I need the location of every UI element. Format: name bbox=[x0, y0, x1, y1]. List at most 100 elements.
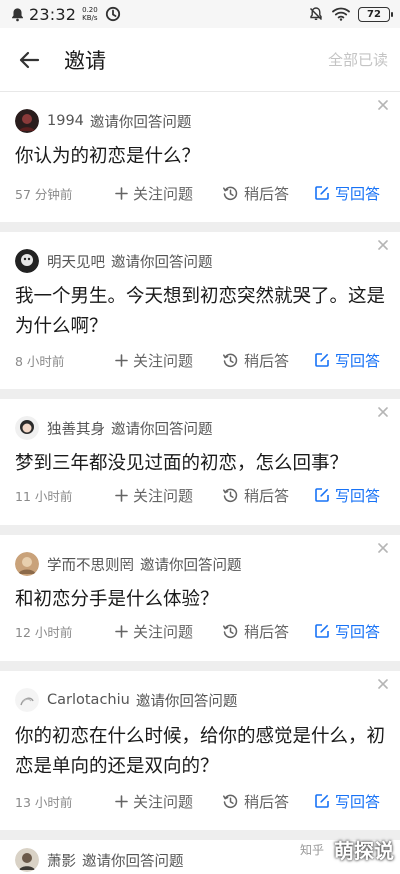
mute-bell-icon bbox=[309, 7, 323, 21]
follow-label: 关注问题 bbox=[133, 792, 194, 811]
meta-row: 12 小时前 关注问题 稍后答 写回答 bbox=[15, 619, 386, 643]
avatar[interactable] bbox=[15, 249, 39, 273]
answer-later-label: 稍后答 bbox=[244, 184, 290, 203]
inviter-row: 独善其身 邀请你回答问题 bbox=[15, 416, 213, 440]
avatar[interactable] bbox=[15, 552, 39, 576]
close-icon[interactable] bbox=[376, 98, 390, 112]
timestamp: 13 小时前 bbox=[15, 794, 73, 810]
avatar[interactable] bbox=[15, 688, 39, 712]
network-speed-value: 0.20 bbox=[82, 6, 98, 14]
status-right: 72 bbox=[308, 6, 393, 22]
avatar[interactable] bbox=[15, 109, 39, 133]
clock-history-icon bbox=[223, 186, 238, 200]
question-title[interactable]: 我一个男生。今天想到初恋突然就哭了。这是为什么啊？ bbox=[15, 282, 386, 342]
write-answer-button[interactable]: 写回答 bbox=[314, 485, 380, 506]
inviter-name[interactable]: 独善其身 bbox=[47, 418, 105, 439]
wifi-icon bbox=[332, 7, 350, 21]
invite-text: 邀请你回答问题 bbox=[111, 421, 213, 438]
timestamp: 12 小时前 bbox=[15, 624, 73, 640]
inviter-row: 明天见吧 邀请你回答问题 bbox=[15, 249, 213, 273]
watermark-site: 萌探说 bbox=[334, 839, 394, 863]
inviter-name[interactable]: 明天见吧 bbox=[47, 251, 105, 272]
follow-question-button[interactable]: 关注问题 bbox=[115, 621, 193, 642]
notification-bell-icon bbox=[12, 7, 23, 21]
write-answer-button[interactable]: 写回答 bbox=[314, 621, 380, 642]
arrow-left-icon[interactable] bbox=[18, 49, 40, 71]
clock-history-icon bbox=[223, 794, 238, 808]
meta-row: 57 分钟前 关注问题 稍后答 写回答 bbox=[15, 181, 386, 205]
follow-label: 关注问题 bbox=[133, 184, 194, 203]
clock-history-icon bbox=[223, 488, 238, 502]
invite-text: 邀请你回答问题 bbox=[140, 557, 242, 574]
answer-later-button[interactable]: 稍后答 bbox=[222, 621, 289, 642]
follow-label: 关注问题 bbox=[133, 486, 194, 505]
close-icon[interactable] bbox=[376, 405, 390, 419]
status-bar: 23:32 0.20 KB/s 72 bbox=[0, 0, 400, 28]
meta-row: 11 小时前 关注问题 稍后答 写回答 bbox=[15, 483, 386, 507]
invitation-card[interactable]: 1994 邀请你回答问题 你认为的初恋是什么？ 57 分钟前 关注问题 稍后答 bbox=[0, 92, 400, 222]
meta-row: 13 小时前 关注问题 稍后答 写回答 bbox=[15, 789, 386, 813]
network-speed: 0.20 KB/s bbox=[82, 6, 98, 22]
answer-later-button[interactable]: 稍后答 bbox=[222, 485, 289, 506]
invite-text: 邀请你回答问题 bbox=[135, 693, 238, 710]
invite-text: 邀请你回答问题 bbox=[111, 254, 213, 271]
screen: 23:32 0.20 KB/s 72 邀请 全部已读 1994 邀请你回答问题 … bbox=[0, 0, 400, 874]
battery-indicator: 72 bbox=[358, 6, 393, 22]
write-answer-label: 写回答 bbox=[335, 622, 381, 641]
status-left: 23:32 0.20 KB/s bbox=[10, 5, 121, 24]
follow-question-button[interactable]: 关注问题 bbox=[115, 183, 193, 204]
invitation-card[interactable]: 学而不思则罔 邀请你回答问题 和初恋分手是什么体验？ 12 小时前 关注问题 稍… bbox=[0, 535, 400, 661]
plus-icon bbox=[115, 488, 128, 502]
title-bar: 邀请 全部已读 bbox=[0, 28, 400, 92]
edit-icon bbox=[315, 186, 329, 200]
write-answer-label: 写回答 bbox=[335, 351, 381, 370]
close-icon[interactable] bbox=[376, 541, 390, 555]
plus-icon bbox=[115, 186, 128, 200]
answer-later-label: 稍后答 bbox=[244, 622, 290, 641]
network-speed-unit: KB/s bbox=[82, 14, 98, 22]
avatar[interactable] bbox=[15, 848, 39, 872]
inviter-name[interactable]: Carlotachiu bbox=[47, 692, 130, 708]
app-status-icon bbox=[105, 6, 120, 22]
invitation-card[interactable]: 明天见吧 邀请你回答问题 我一个男生。今天想到初恋突然就哭了。这是为什么啊？ 8… bbox=[0, 232, 400, 389]
question-title[interactable]: 你认为的初恋是什么？ bbox=[15, 142, 386, 172]
inviter-row: 萧影 邀请你回答问题 bbox=[15, 848, 184, 872]
avatar[interactable] bbox=[15, 416, 39, 440]
write-answer-label: 写回答 bbox=[335, 184, 381, 203]
answer-later-label: 稍后答 bbox=[244, 351, 290, 370]
answer-later-button[interactable]: 稍后答 bbox=[222, 350, 289, 371]
watermark-source: 知乎 bbox=[299, 843, 324, 857]
question-title[interactable]: 和初恋分手是什么体验？ bbox=[15, 585, 386, 615]
answer-later-button[interactable]: 稍后答 bbox=[222, 183, 289, 204]
edit-icon bbox=[315, 353, 329, 367]
close-icon[interactable] bbox=[376, 677, 390, 691]
write-answer-button[interactable]: 写回答 bbox=[314, 350, 380, 371]
invite-text: 邀请你回答问题 bbox=[82, 853, 184, 870]
close-icon[interactable] bbox=[376, 238, 390, 252]
write-answer-label: 写回答 bbox=[335, 792, 381, 811]
follow-question-button[interactable]: 关注问题 bbox=[115, 791, 193, 812]
write-answer-button[interactable]: 写回答 bbox=[314, 183, 380, 204]
question-title[interactable]: 梦到三年都没见过面的初恋，怎么回事？ bbox=[15, 449, 386, 479]
plus-icon bbox=[115, 624, 128, 638]
clock-history-icon bbox=[223, 624, 238, 638]
follow-question-button[interactable]: 关注问题 bbox=[115, 485, 193, 506]
edit-icon bbox=[315, 794, 329, 808]
watermark: 知乎 萌探说 bbox=[300, 835, 394, 864]
mark-all-read-button[interactable]: 全部已读 bbox=[328, 49, 388, 70]
inviter-name[interactable]: 萧影 bbox=[47, 850, 76, 871]
invitation-card[interactable]: 独善其身 邀请你回答问题 梦到三年都没见过面的初恋，怎么回事？ 11 小时前 关… bbox=[0, 399, 400, 525]
invitation-card[interactable]: Carlotachiu 邀请你回答问题 你的初恋在什么时候，给你的感觉是什么，初… bbox=[0, 671, 400, 830]
inviter-name[interactable]: 1994 bbox=[47, 113, 84, 129]
follow-question-button[interactable]: 关注问题 bbox=[115, 350, 193, 371]
answer-later-button[interactable]: 稍后答 bbox=[222, 791, 289, 812]
inviter-name[interactable]: 学而不思则罔 bbox=[47, 554, 134, 575]
write-answer-label: 写回答 bbox=[335, 486, 381, 505]
edit-icon bbox=[315, 624, 329, 638]
question-title[interactable]: 你的初恋在什么时候，给你的感觉是什么，初恋是单向的还是双向的？ bbox=[15, 722, 386, 782]
inviter-row: 1994 邀请你回答问题 bbox=[15, 109, 191, 133]
answer-later-label: 稍后答 bbox=[244, 792, 290, 811]
status-time: 23:32 bbox=[29, 4, 77, 24]
timestamp: 8 小时前 bbox=[15, 353, 65, 369]
write-answer-button[interactable]: 写回答 bbox=[314, 791, 380, 812]
